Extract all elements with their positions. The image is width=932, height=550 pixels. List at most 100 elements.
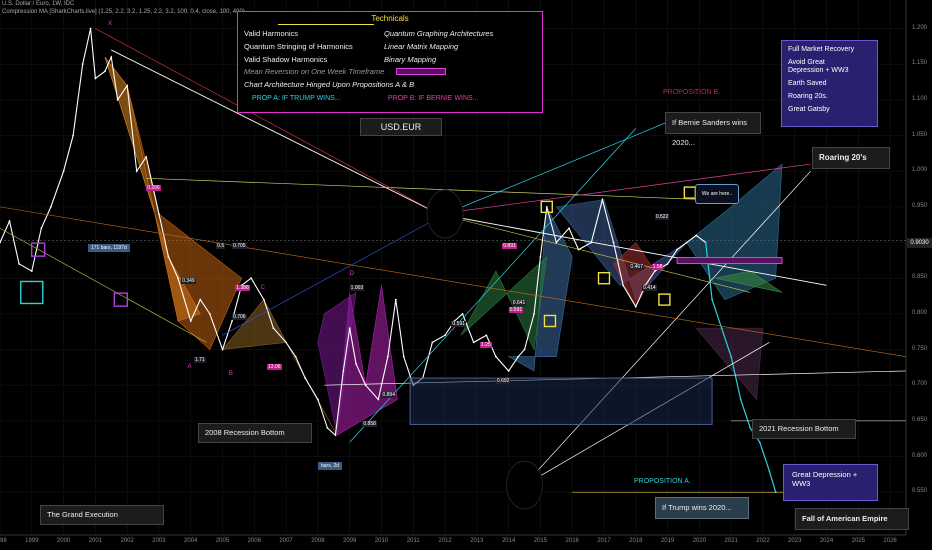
x-tick-label: 2013 [470,538,484,544]
x-tick-label: 2019 [660,538,675,544]
fib-ratio-label: 0.5 [216,242,226,249]
data-point [545,205,548,208]
current-price-tag: 0.9030 [907,238,932,248]
x-tick-label: 2024 [819,538,834,544]
data-point [444,334,446,337]
proposition-a-label: PROPOSITION A. [634,478,691,485]
data-point [49,205,52,208]
x-tick-label: 2015 [533,538,548,544]
x-tick-label: 1998 [0,538,7,544]
pattern-point-label: C [260,285,266,292]
y-tick-label: 0.750 [912,345,928,352]
fib-ratio-label: 0.467 [629,263,644,270]
data-point [402,355,405,358]
depression-box: Great Depression + WW3 [783,464,878,501]
data-point [110,56,113,58]
x-tick-label: 2008 [311,538,325,544]
fib-ratio-label: 0.894 [381,392,396,399]
legend-item: Valid Shadow Harmonics [244,55,328,64]
data-point [523,348,526,351]
x-tick-label: 2003 [152,538,166,544]
y-tick-label: 0.700 [912,381,928,388]
chart-root: { "header": { "title": "U.S. Dollar / Eu… [0,0,932,550]
chart-title: U.S. Dollar / Euro, 1W, IDC [2,1,75,7]
data-point [355,362,357,365]
data-point [167,255,170,258]
orange-pattern [126,85,242,351]
recovery-line: Great Gatsby [788,106,830,113]
x-tick-label: 2018 [629,538,643,544]
bars-label: bars, 2d [318,462,343,470]
mean-reversion-band [676,257,783,265]
x-tick-label: 2005 [215,538,230,544]
data-point [758,441,761,444]
fib-ratio-label: 1.388 [235,285,250,292]
recovery-line: Earth Saved [788,80,827,87]
fib-ratio-label: 0.858 [362,420,377,427]
prop-b-label: PROP B: IF BERNIE WINS... [388,95,479,102]
data-point [653,270,656,272]
data-point [177,277,179,280]
pattern-point-label: D [349,271,355,278]
data-point [485,334,488,337]
x-tick-label: 2025 [851,538,865,544]
x-tick-label: 2011 [406,538,420,544]
fib-ratio-label: 0.522 [654,214,670,220]
x-tick-label: 2021 [724,538,738,544]
data-point [126,84,129,87]
data-point [94,77,97,80]
x-tick-label: 2001 [88,538,103,544]
bars-label: 171 bars, 1197d [88,244,130,252]
data-point [231,320,233,322]
x-tick-label: 2014 [501,538,516,544]
data-point [472,341,475,344]
fib-ratio-label: 0.705 [232,242,247,249]
fib-ratio-label: 0.692 [495,378,511,385]
data-point [81,63,84,66]
y-tick-label: 1.150 [912,60,928,67]
data-point [495,355,497,358]
recession-2021-box: 2021 Recession Bottom [752,419,856,439]
legend-item: Quantum Graphing Architectures [384,29,494,38]
data-point [116,98,119,101]
y-tick-label: 1.100 [912,95,928,102]
x-tick-label: 2007 [279,538,293,544]
x-tick-label: 2020 [692,538,707,544]
x-tick-label: 2012 [438,538,452,544]
data-point [676,248,679,251]
fib-ratio-label: 0.349 [181,278,196,285]
data-point [507,370,510,372]
data-point [145,156,148,158]
fib-ratio-label: 1.71 [193,356,206,363]
x-tick-label: 2016 [565,538,579,544]
data-point [749,427,752,429]
y-tick-label: 1.000 [912,167,928,174]
prop-a-label: PROP A: IF TRUMP WINS... [252,95,341,102]
fib-ratio-label: 1.58 [651,263,664,270]
y-tick-label: 1.200 [912,24,928,31]
data-point [89,27,92,30]
data-point [685,241,688,244]
fib-ratio-label: 0.891 [502,242,517,249]
data-point [135,170,138,173]
fib-ratio-label: 0.414 [642,285,657,292]
data-point [221,348,224,351]
recovery-line: Avoid Great [788,59,825,66]
data-point [285,341,288,344]
roaring-box: Roaring 20's [812,147,890,169]
fib-ratio-label: 0.706 [232,313,247,320]
technicals-title: Technicals [371,14,409,23]
data-point [294,355,297,358]
data-point [601,198,604,201]
legend-item: Mean Reversion on One Week Timeframe [244,67,385,76]
x-tick-label: 2023 [788,538,802,544]
y-tick-label: 0.950 [912,202,928,209]
x-tick-label: 2009 [342,538,357,544]
data-point [377,398,380,401]
data-point [364,384,367,387]
pattern-point-label: X [108,21,113,28]
pattern-point-label: A [187,363,192,370]
data-point [72,134,75,137]
y-tick-label: 1.050 [912,131,928,138]
data-point [768,469,771,472]
